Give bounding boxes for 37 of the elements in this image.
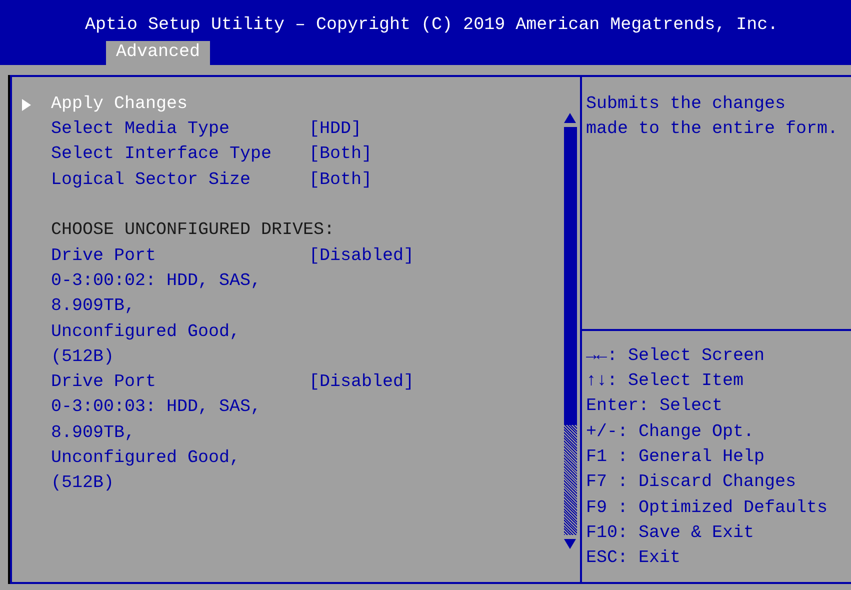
menu-item[interactable]: Apply Changes — [51, 96, 188, 114]
key-hint: +/-: Change Opt. — [586, 424, 754, 442]
key-hint: ↑↓: Select Item — [586, 373, 744, 391]
setting-label[interactable]: Drive Port — [51, 374, 309, 392]
drive-info: 8.909TB, — [51, 298, 136, 316]
drive-info: 8.909TB, — [51, 424, 136, 442]
key-hint: →←: Select Screen — [586, 348, 765, 366]
key-hint: Enter: Select — [586, 398, 723, 416]
window-title: Aptio Setup Utility – Copyright (C) 2019 American Megatrends, Inc. — [85, 17, 778, 37]
setting-label[interactable]: Drive Port — [51, 248, 309, 266]
setting-label[interactable]: Select Interface Type — [51, 146, 309, 164]
scroll-up-icon[interactable] — [564, 113, 576, 123]
key-hint: F7 : Discard Changes — [586, 474, 796, 492]
key-hint: ESC: Exit — [586, 550, 681, 568]
drive-info: Unconfigured Good, — [51, 450, 240, 468]
scrollbar[interactable] — [564, 127, 576, 535]
drive-info: (512B) — [51, 475, 114, 493]
scroll-thumb[interactable] — [564, 127, 576, 425]
drive-info: (512B) — [51, 348, 114, 366]
help-text: made to the entire form. — [586, 121, 838, 139]
setting-value[interactable]: [Disabled] — [309, 248, 414, 266]
setting-label[interactable]: Select Media Type — [51, 121, 309, 139]
setting-value[interactable]: [Disabled] — [309, 374, 414, 392]
scroll-down-icon[interactable] — [564, 539, 576, 549]
drive-info: Unconfigured Good, — [51, 324, 240, 342]
section-heading: CHOOSE UNCONFIGURED DRIVES: — [51, 222, 335, 240]
drive-info: 0-3:00:03: HDD, SAS, — [51, 399, 262, 417]
key-hint: F9 : Optimized Defaults — [586, 500, 828, 518]
key-hint: F1 : General Help — [586, 449, 765, 467]
help-text: Submits the changes — [586, 96, 786, 114]
drive-info: 0-3:00:02: HDD, SAS, — [51, 272, 262, 290]
setting-value[interactable]: [Both] — [309, 146, 372, 164]
setting-value[interactable]: [HDD] — [309, 121, 362, 139]
menu-tab[interactable]: Advanced — [106, 41, 210, 65]
setting-value[interactable]: [Both] — [309, 172, 372, 190]
key-hint: F10: Save & Exit — [586, 524, 754, 542]
setting-label[interactable]: Logical Sector Size — [51, 172, 309, 190]
